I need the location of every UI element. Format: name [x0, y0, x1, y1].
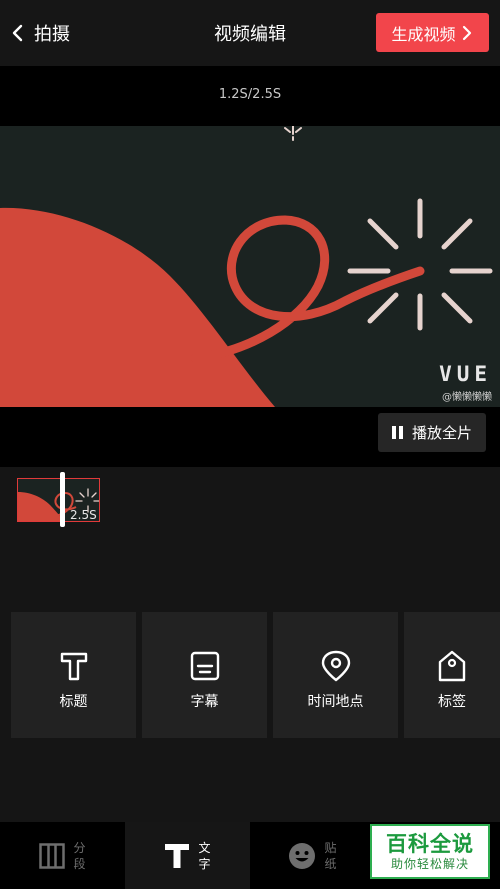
clip-duration: 2.5S [70, 508, 97, 522]
smiley-icon [289, 842, 316, 869]
generate-video-label: 生成视频 [391, 24, 456, 44]
subtitle-icon [190, 651, 219, 681]
generate-video-button[interactable]: 生成视频 [376, 13, 489, 52]
time-readout: 1.2S/2.5S [218, 87, 282, 102]
tab-stickers-label: 贴 纸 [324, 840, 337, 871]
text-t-icon [60, 652, 87, 681]
tool-title[interactable]: 标题 [11, 612, 136, 738]
text-t-icon [165, 843, 190, 868]
tool-tag-label: 标签 [438, 694, 466, 710]
play-full-label: 播放全片 [411, 424, 472, 442]
play-full-button[interactable]: 播放全片 [378, 413, 486, 452]
vue-logo-text: VUE [439, 362, 492, 386]
brand-main-text: 百科全说 [386, 831, 474, 856]
red-wave-shape [0, 207, 275, 407]
tool-subtitle[interactable]: 字幕 [142, 612, 267, 738]
pause-icon [391, 426, 403, 439]
tab-segments-label: 分 段 [73, 840, 86, 871]
timeline-track[interactable] [0, 467, 500, 612]
tool-tag[interactable]: 标签 [404, 612, 500, 738]
time-bar: 1.2S/2.5S [0, 66, 500, 126]
tool-subtitle-label: 字幕 [190, 694, 219, 710]
tab-segments[interactable]: 分 段 [0, 822, 125, 889]
text-tools-panel: 标题 字幕 时间地点 标签 [0, 612, 500, 738]
segments-icon [39, 842, 66, 869]
location-pin-icon [321, 650, 350, 682]
tab-text[interactable]: 文 字 [125, 822, 250, 889]
burst-small [284, 126, 302, 141]
tool-time-location-label: 时间地点 [307, 694, 364, 710]
brand-sub-text: 助你轻松解决 [390, 856, 469, 871]
burst-large [347, 198, 493, 331]
video-preview[interactable]: VUE @懒懒懒懒 [0, 126, 500, 407]
brand-watermark: 百科全说 助你轻松解决 [370, 824, 490, 879]
tab-text-label: 文 字 [198, 840, 211, 871]
top-bar: 拍摄 视频编辑 生成视频 [0, 0, 500, 66]
tag-icon [438, 650, 466, 682]
tool-title-label: 标题 [59, 694, 88, 710]
chevron-right-icon [462, 25, 471, 40]
tab-stickers[interactable]: 贴 纸 [250, 822, 375, 889]
preview-artwork [0, 126, 493, 407]
preview-watermark: @懒懒懒懒 [442, 392, 492, 403]
playhead-handle[interactable] [60, 472, 65, 527]
player-controls: 播放全片 [0, 407, 500, 467]
tool-time-location[interactable]: 时间地点 [273, 612, 398, 738]
